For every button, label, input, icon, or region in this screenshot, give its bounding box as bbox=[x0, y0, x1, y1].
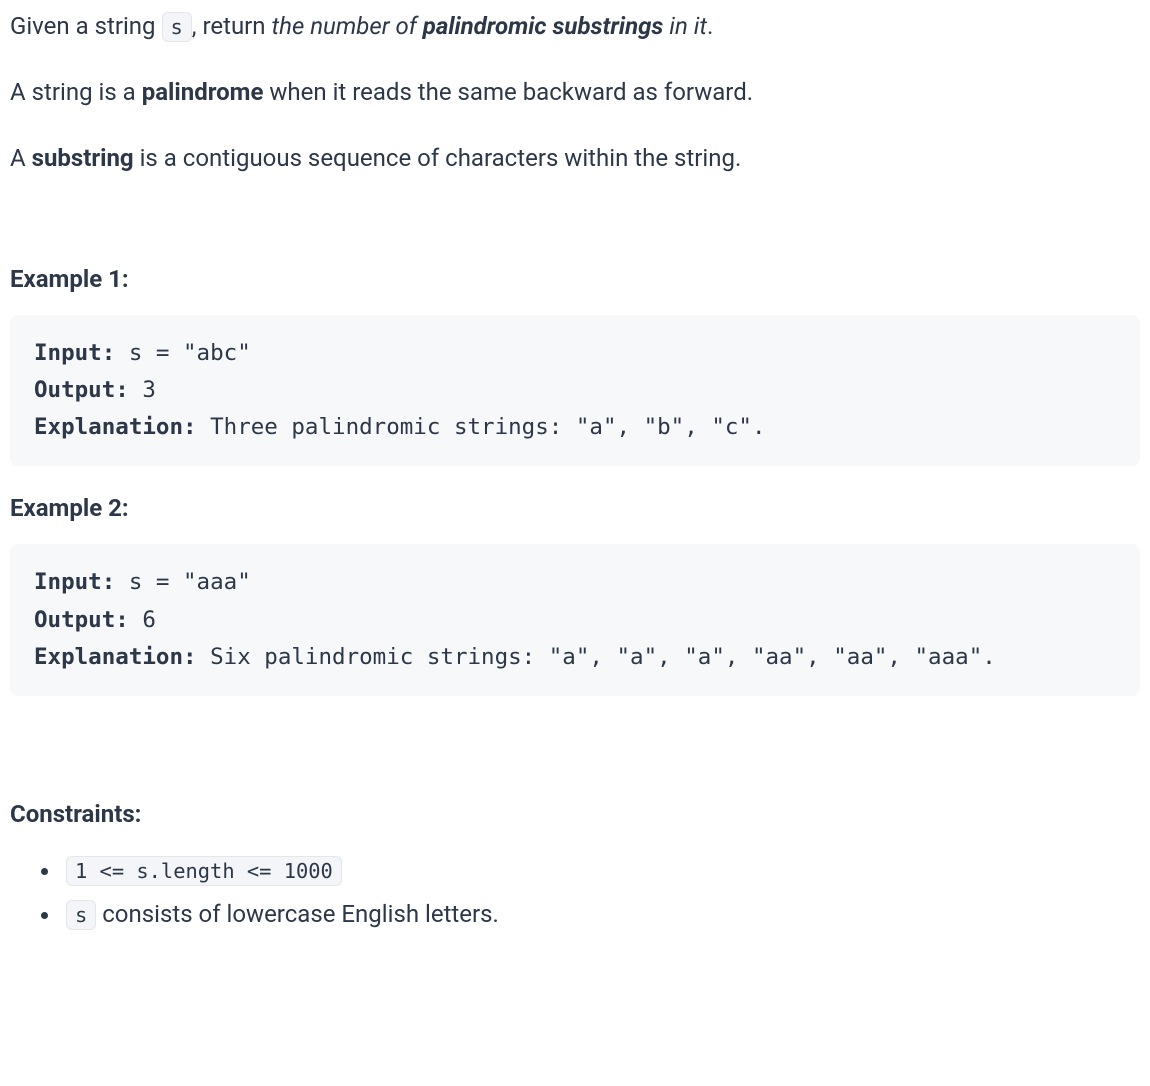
text: A bbox=[10, 144, 32, 172]
output-value: 6 bbox=[129, 607, 156, 633]
text: . bbox=[707, 12, 713, 40]
input-label: Input: bbox=[34, 569, 115, 595]
text: when it reads the same backward as forwa… bbox=[263, 78, 753, 106]
text: A string is a bbox=[10, 78, 142, 106]
output-label: Output: bbox=[34, 377, 129, 403]
strong-text: palindrome bbox=[142, 78, 264, 106]
list-item: s consists of lowercase English letters. bbox=[62, 896, 1140, 932]
explanation-label: Explanation: bbox=[34, 644, 197, 670]
strong-text: substring bbox=[32, 144, 134, 172]
inline-code-s: s bbox=[162, 12, 192, 42]
problem-paragraph-3: A substring is a contiguous sequence of … bbox=[10, 140, 1140, 176]
constraint-code: s bbox=[66, 900, 96, 930]
text: is a contiguous sequence of characters w… bbox=[134, 144, 742, 172]
constraint-code: 1 <= s.length <= 1000 bbox=[66, 856, 342, 886]
em-text: the number of palindromic substrings in … bbox=[272, 12, 707, 40]
text: , return bbox=[192, 12, 272, 40]
list-item: 1 <= s.length <= 1000 bbox=[62, 852, 1140, 888]
example-1-block: Input: s = "abc" Output: 3 Explanation: … bbox=[10, 315, 1140, 466]
text: Given a string bbox=[10, 12, 162, 40]
example-2-block: Input: s = "aaa" Output: 6 Explanation: … bbox=[10, 544, 1140, 695]
output-value: 3 bbox=[129, 377, 156, 403]
constraints-list: 1 <= s.length <= 1000 s consists of lowe… bbox=[10, 852, 1140, 932]
example-2-heading: Example 2: bbox=[10, 490, 1140, 526]
example-1-heading: Example 1: bbox=[10, 261, 1140, 297]
explanation-value: Three palindromic strings: "a", "b", "c"… bbox=[197, 414, 766, 440]
input-label: Input: bbox=[34, 340, 115, 366]
constraints-heading: Constraints: bbox=[10, 796, 1140, 832]
problem-paragraph-2: A string is a palindrome when it reads t… bbox=[10, 74, 1140, 110]
input-value: s = "aaa" bbox=[115, 569, 250, 595]
input-value: s = "abc" bbox=[115, 340, 250, 366]
explanation-value: Six palindromic strings: "a", "a", "a", … bbox=[197, 644, 996, 670]
problem-paragraph-1: Given a string s, return the number of p… bbox=[10, 8, 1140, 44]
constraint-text: consists of lowercase English letters. bbox=[96, 900, 499, 928]
output-label: Output: bbox=[34, 607, 129, 633]
explanation-label: Explanation: bbox=[34, 414, 197, 440]
